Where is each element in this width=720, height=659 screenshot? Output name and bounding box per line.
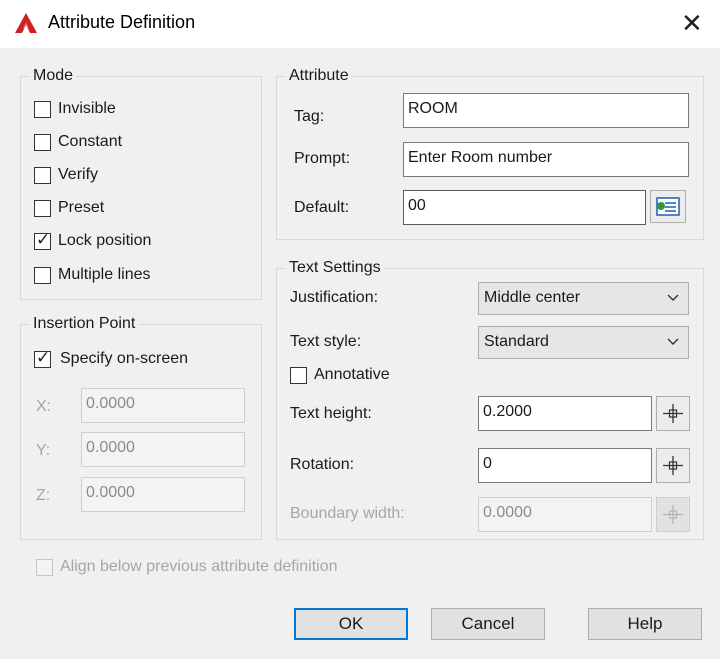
cancel-button[interactable]: Cancel — [431, 608, 545, 640]
z-input: 0.0000 — [81, 477, 245, 512]
checkmark-icon: ✓ — [36, 230, 51, 249]
y-label: Y: — [36, 442, 51, 459]
window-title: Attribute Definition — [48, 12, 196, 32]
pick-boundary-width-button — [656, 497, 690, 532]
text-height-label: Text height: — [290, 405, 372, 422]
verify-label: Verify — [58, 166, 99, 183]
tag-label: Tag: — [294, 108, 325, 125]
tag-input[interactable]: ROOM — [403, 93, 689, 128]
mode-group-label: Mode — [30, 67, 77, 85]
constant-label: Constant — [58, 133, 123, 150]
annotative-label: Annotative — [314, 366, 390, 383]
x-input: 0.0000 — [81, 388, 245, 423]
specify-on-screen-label: Specify on-screen — [60, 350, 189, 367]
lock-position-checkbox[interactable]: ✓ — [34, 230, 51, 250]
multiple-lines-checkbox[interactable] — [34, 267, 51, 284]
x-label: X: — [36, 398, 52, 415]
crosshair-pick-icon — [663, 456, 683, 475]
autocad-logo-icon — [15, 13, 37, 33]
close-icon[interactable]: ✕ — [681, 10, 703, 36]
justification-label: Justification: — [290, 289, 379, 306]
checkmark-icon: ✓ — [36, 348, 51, 367]
insert-field-icon — [656, 197, 680, 216]
align-below-label: Align below previous attribute definitio… — [60, 558, 338, 575]
help-button[interactable]: Help — [588, 608, 702, 640]
crosshair-pick-icon — [663, 505, 683, 524]
pick-text-height-button[interactable] — [656, 396, 690, 431]
default-input[interactable]: 00 — [403, 190, 646, 225]
default-label: Default: — [294, 199, 350, 216]
preset-checkbox[interactable] — [34, 200, 51, 217]
constant-checkbox[interactable] — [34, 134, 51, 151]
attribute-group-label: Attribute — [286, 67, 352, 85]
chevron-down-icon — [667, 294, 679, 301]
y-input: 0.0000 — [81, 432, 245, 467]
z-label: Z: — [36, 487, 51, 504]
preset-label: Preset — [58, 199, 105, 216]
text-style-select[interactable]: Standard — [478, 326, 689, 359]
lock-position-label: Lock position — [58, 232, 152, 249]
prompt-label: Prompt: — [294, 150, 351, 167]
boundary-width-label: Boundary width: — [290, 505, 405, 522]
text-style-value: Standard — [484, 333, 549, 350]
invisible-checkbox[interactable] — [34, 101, 51, 118]
crosshair-pick-icon — [663, 404, 683, 423]
text-settings-group-label: Text Settings — [286, 259, 384, 277]
pick-rotation-button[interactable] — [656, 448, 690, 483]
rotation-label: Rotation: — [290, 456, 355, 473]
annotative-checkbox[interactable] — [290, 367, 307, 384]
specify-on-screen-checkbox[interactable]: ✓ — [34, 348, 51, 368]
invisible-label: Invisible — [58, 100, 116, 117]
rotation-input[interactable]: 0 — [478, 448, 652, 483]
boundary-width-input: 0.0000 — [478, 497, 652, 532]
prompt-input[interactable]: Enter Room number — [403, 142, 689, 177]
justification-select[interactable]: Middle center — [478, 282, 689, 315]
text-style-label: Text style: — [290, 333, 362, 350]
align-below-checkbox — [36, 559, 53, 576]
justification-value: Middle center — [484, 289, 581, 306]
insert-field-button[interactable] — [650, 190, 686, 223]
ok-button[interactable]: OK — [294, 608, 408, 640]
multiple-lines-label: Multiple lines — [58, 266, 151, 283]
verify-checkbox[interactable] — [34, 167, 51, 184]
chevron-down-icon — [667, 338, 679, 345]
insertion-point-group-label: Insertion Point — [30, 315, 139, 333]
text-height-input[interactable]: 0.2000 — [478, 396, 652, 431]
